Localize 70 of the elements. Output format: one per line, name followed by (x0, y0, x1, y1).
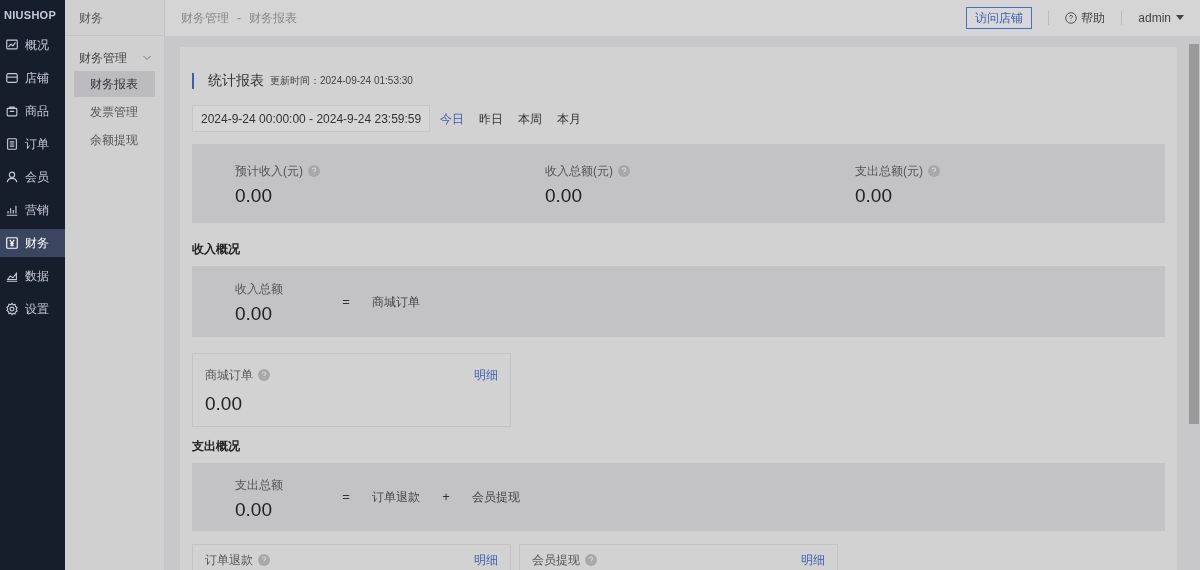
store-icon (5, 71, 19, 85)
help-link[interactable]: 帮助 (1065, 9, 1106, 27)
breadcrumb-item: 财务报表 (249, 10, 297, 27)
report-title: 统计报表 (208, 71, 264, 90)
area-chart-icon (5, 269, 19, 283)
help-icon[interactable] (928, 165, 940, 177)
nav-item[interactable]: 概况 (0, 31, 65, 59)
submenu-item[interactable]: 余额提现 (74, 127, 155, 153)
total-label: 收入总额 (235, 281, 284, 298)
list-icon (5, 137, 19, 151)
person-icon (5, 170, 19, 184)
bar-chart-icon (5, 203, 19, 217)
details-link[interactable]: 明细 (474, 366, 498, 384)
help-icon[interactable] (308, 165, 320, 177)
yen-icon (5, 236, 19, 250)
bag-icon (5, 104, 19, 118)
formula-term: 商城订单 (372, 293, 420, 311)
submenu-item[interactable]: 财务报表 (74, 71, 155, 97)
help-icon[interactable] (618, 165, 630, 177)
help-icon[interactable] (258, 369, 270, 381)
submenu-title: 财务 (65, 0, 164, 36)
date-range-field[interactable]: 2024-9-24 00:00:00 - 2024-9-24 23:59:59 (192, 105, 431, 132)
card-label: 订单退款 (205, 552, 253, 569)
formula-operator: + (441, 488, 451, 507)
date-shortcut[interactable]: 昨日 (479, 109, 504, 128)
stat-label: 收入总额(元) (545, 163, 613, 180)
date-shortcut[interactable]: 本周 (518, 109, 543, 128)
formula-term: 会员提现 (472, 489, 520, 506)
total-value: 0.00 (235, 304, 273, 323)
gear-icon (5, 302, 19, 316)
nav-item[interactable]: 数据 (0, 262, 65, 290)
brand-logo: NIUSHOP (3, 8, 58, 24)
stat-value: 0.00 (545, 186, 583, 205)
formula-operator: = (341, 292, 351, 311)
caret-icon (1176, 15, 1184, 21)
nav-item[interactable]: 营销 (0, 196, 65, 224)
details-link[interactable]: 明细 (474, 551, 498, 569)
user-menu[interactable]: admin (1138, 9, 1184, 27)
stat-label: 预计收入(元) (235, 163, 303, 180)
help-icon[interactable] (585, 554, 597, 566)
date-shortcut[interactable]: 本月 (557, 109, 582, 128)
card-label: 会员提现 (532, 552, 580, 569)
question-icon (1065, 12, 1078, 24)
chevron-icon (142, 53, 152, 63)
chart-window-icon (5, 38, 19, 52)
section-heading: 支出概况 (192, 438, 241, 455)
nav-item[interactable]: 财务 (0, 229, 65, 257)
total-label: 支出总额 (235, 476, 284, 494)
card-value: 0.00 (205, 394, 243, 413)
formula-term: 订单退款 (372, 489, 420, 506)
submenu-item[interactable]: 发票管理 (74, 99, 155, 125)
nav-item[interactable]: 商品 (0, 97, 65, 125)
nav-item[interactable]: 会员 (0, 163, 65, 191)
stat-label: 支出总额(元) (855, 163, 923, 180)
update-time: 更新时间：2024-09-24 01:53:30 (270, 74, 413, 88)
formula-operator: = (341, 488, 351, 507)
details-link[interactable]: 明细 (801, 551, 825, 569)
stat-value: 0.00 (235, 186, 273, 205)
section-heading: 收入概况 (192, 241, 241, 258)
total-value: 0.00 (235, 499, 273, 519)
breadcrumb-separator: - (237, 10, 241, 27)
card-label: 商城订单 (205, 367, 253, 384)
nav-item[interactable]: 设置 (0, 295, 65, 323)
stat-value: 0.00 (855, 186, 893, 205)
visit-store-button[interactable]: 访问店铺 (966, 7, 1033, 29)
nav-item[interactable]: 店铺 (0, 64, 65, 92)
nav-item[interactable]: 订单 (0, 130, 65, 158)
submenu-group[interactable]: 财务管理 (74, 47, 155, 69)
help-icon[interactable] (258, 554, 270, 566)
date-shortcut[interactable]: 今日 (440, 109, 465, 128)
